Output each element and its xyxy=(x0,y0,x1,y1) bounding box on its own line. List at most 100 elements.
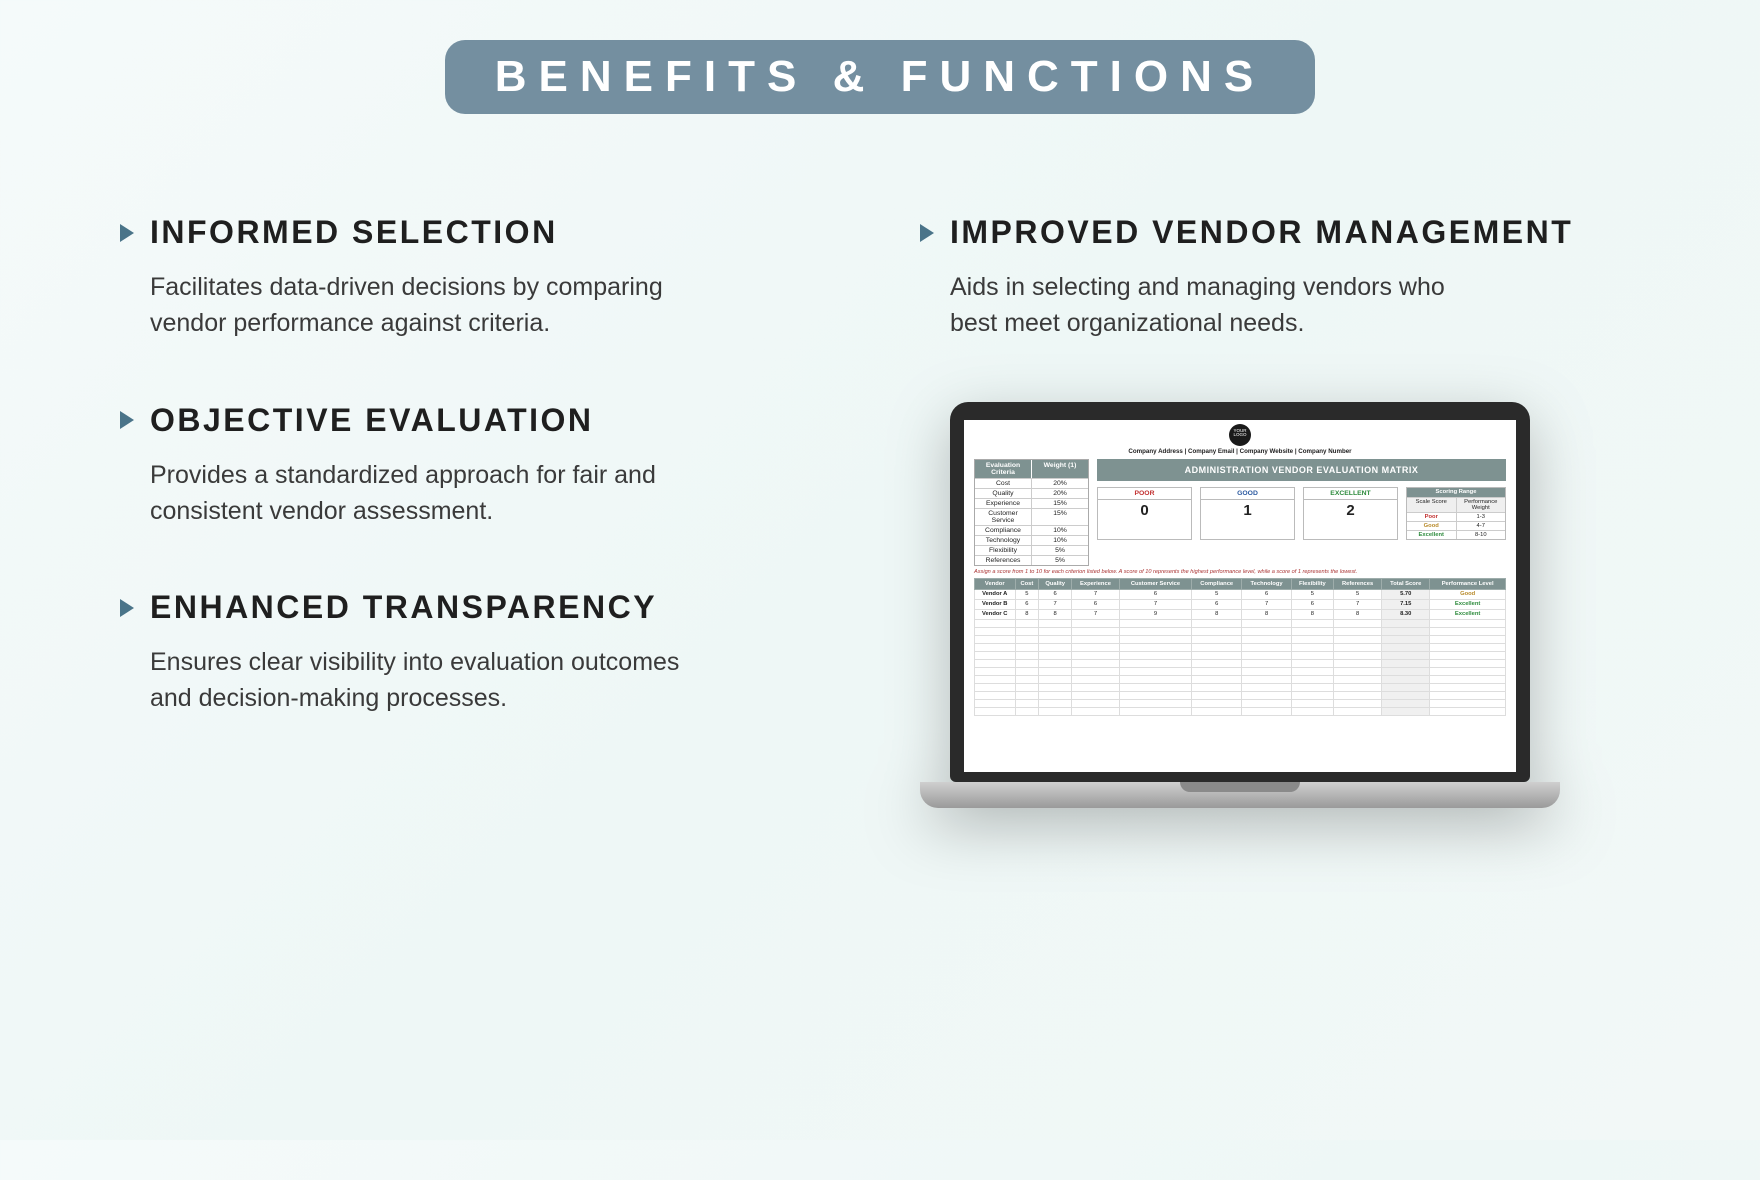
criteria-name: Cost xyxy=(975,478,1032,488)
empty-cell xyxy=(1072,683,1120,691)
empty-cell xyxy=(1291,691,1333,699)
empty-cell xyxy=(1242,627,1291,635)
empty-cell xyxy=(1430,683,1506,691)
empty-cell xyxy=(1382,635,1430,643)
empty-cell xyxy=(975,651,1016,659)
empty-cell xyxy=(1015,635,1039,643)
empty-cell xyxy=(1382,707,1430,715)
vendor-col-header: Performance Level xyxy=(1430,578,1506,589)
empty-cell xyxy=(975,691,1016,699)
criteria-row: Cost20% xyxy=(975,478,1088,488)
empty-cell xyxy=(1015,651,1039,659)
benefit-body: Provides a standardized approach for fai… xyxy=(120,457,680,530)
vendor-score: 8 xyxy=(1039,609,1072,619)
criteria-name: Experience xyxy=(975,498,1032,508)
range-value: 8-10 xyxy=(1457,530,1506,539)
empty-cell xyxy=(1119,627,1191,635)
empty-cell xyxy=(1039,667,1072,675)
empty-cell xyxy=(1242,699,1291,707)
vendor-score: 7 xyxy=(1242,599,1291,609)
range-row: Good4-7 xyxy=(1407,521,1505,530)
score-value: 1 xyxy=(1201,500,1294,523)
empty-cell xyxy=(1192,619,1242,627)
empty-cell xyxy=(1039,619,1072,627)
benefit-body: Aids in selecting and managing vendors w… xyxy=(920,269,1480,342)
empty-cell xyxy=(1430,667,1506,675)
empty-cell xyxy=(1430,659,1506,667)
vendor-score: 5 xyxy=(1291,589,1333,599)
empty-cell xyxy=(1333,683,1381,691)
criteria-row: Technology10% xyxy=(975,535,1088,545)
table-row: Vendor A567656555.70Good xyxy=(975,589,1506,599)
left-column: INFORMED SELECTION Facilitates data-driv… xyxy=(120,214,840,808)
empty-cell xyxy=(1119,643,1191,651)
empty-cell xyxy=(1192,635,1242,643)
benefit-title: ENHANCED TRANSPARENCY xyxy=(150,589,657,626)
empty-cell xyxy=(1430,627,1506,635)
vendor-score: 5 xyxy=(1333,589,1381,599)
range-value: 1-3 xyxy=(1457,512,1506,521)
empty-cell xyxy=(1242,619,1291,627)
vendor-score: 8 xyxy=(1192,609,1242,619)
empty-cell xyxy=(1192,691,1242,699)
empty-cell xyxy=(1382,659,1430,667)
empty-cell xyxy=(1039,627,1072,635)
vendor-score: 6 xyxy=(1242,589,1291,599)
score-label: POOR xyxy=(1098,488,1191,500)
criteria-weight: 10% xyxy=(1032,535,1088,545)
vendor-score: 8 xyxy=(1291,609,1333,619)
table-row: Vendor C887988888.30Excellent xyxy=(975,609,1506,619)
vendor-total: 8.30 xyxy=(1382,609,1430,619)
empty-cell xyxy=(975,683,1016,691)
empty-cell xyxy=(1291,627,1333,635)
empty-cell xyxy=(1192,651,1242,659)
vendor-score: 8 xyxy=(1015,609,1039,619)
table-row xyxy=(975,651,1506,659)
empty-cell xyxy=(975,707,1016,715)
empty-cell xyxy=(975,619,1016,627)
empty-cell xyxy=(1291,635,1333,643)
range-label: Good xyxy=(1407,521,1457,530)
criteria-header-weight: Weight (1) xyxy=(1032,460,1088,478)
empty-cell xyxy=(1242,707,1291,715)
empty-cell xyxy=(1072,667,1120,675)
empty-cell xyxy=(1333,619,1381,627)
range-label: Poor xyxy=(1407,512,1457,521)
empty-cell xyxy=(1242,691,1291,699)
empty-cell xyxy=(1072,691,1120,699)
vendor-name: Vendor C xyxy=(975,609,1016,619)
empty-cell xyxy=(1039,691,1072,699)
empty-cell xyxy=(975,627,1016,635)
empty-cell xyxy=(1333,691,1381,699)
vendor-score: 6 xyxy=(1015,599,1039,609)
table-row xyxy=(975,675,1506,683)
empty-cell xyxy=(1119,635,1191,643)
empty-cell xyxy=(1382,691,1430,699)
vendor-score: 5 xyxy=(1192,589,1242,599)
content-columns: INFORMED SELECTION Facilitates data-driv… xyxy=(0,114,1760,808)
table-row: Vendor B676767677.15Excellent xyxy=(975,599,1506,609)
empty-cell xyxy=(1119,659,1191,667)
logo-circle-icon: YOUR LOGO xyxy=(1229,424,1251,446)
empty-cell xyxy=(1072,627,1120,635)
empty-cell xyxy=(1291,659,1333,667)
score-card-excellent: EXCELLENT 2 xyxy=(1303,487,1398,540)
laptop-mockup: YOUR LOGO Company Address | Company Emai… xyxy=(920,402,1560,808)
empty-cell xyxy=(1192,659,1242,667)
empty-cell xyxy=(1015,707,1039,715)
empty-cell xyxy=(1333,699,1381,707)
score-label: GOOD xyxy=(1201,488,1294,500)
criteria-weight: 15% xyxy=(1032,498,1088,508)
empty-cell xyxy=(1382,651,1430,659)
range-value: 4-7 xyxy=(1457,521,1506,530)
score-card-poor: POOR 0 xyxy=(1097,487,1192,540)
laptop-base xyxy=(920,782,1560,808)
vendor-col-header: Technology xyxy=(1242,578,1291,589)
range-title: Scoring Range xyxy=(1407,488,1505,497)
vendor-score: 5 xyxy=(1015,589,1039,599)
company-info-line: Company Address | Company Email | Compan… xyxy=(974,448,1506,455)
empty-cell xyxy=(1430,619,1506,627)
empty-cell xyxy=(1242,651,1291,659)
vendor-score: 8 xyxy=(1333,609,1381,619)
vendor-col-header: References xyxy=(1333,578,1381,589)
